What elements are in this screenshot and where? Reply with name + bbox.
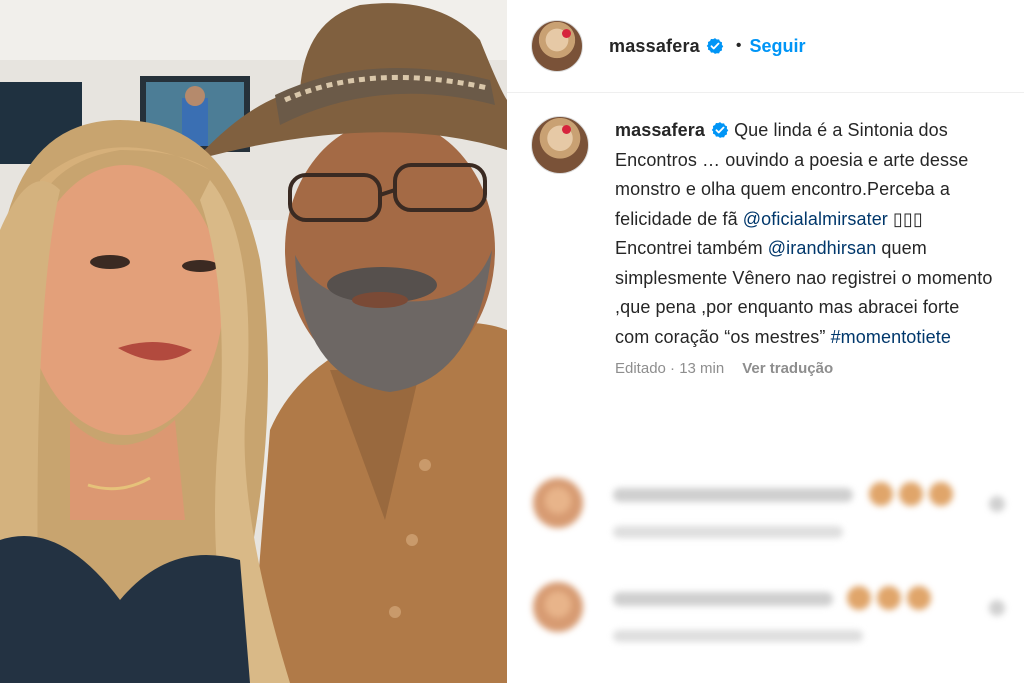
follow-button[interactable]: Seguir [749,36,805,57]
see-translation-button[interactable]: Ver tradução [742,360,833,377]
caption-text: massafera Que linda é a Sintonia dos Enc… [615,116,995,352]
comment-meta [613,630,863,642]
emoji-icon [869,482,893,506]
verified-badge-icon [711,121,729,139]
mention-link[interactable]: @irandhirsan [768,238,877,258]
header-separator: • [735,37,742,54]
selfie-image [0,0,507,683]
edited-timestamp: Editado · 13 min [615,360,725,377]
caption: massafera Que linda é a Sintonia dos Enc… [531,116,1011,377]
mention-link[interactable]: @oficialalmirsater [743,209,888,229]
author-avatar[interactable] [531,20,583,72]
caption-username[interactable]: massafera [615,120,705,140]
comment-item[interactable] [531,478,1011,558]
post-header: massafera • Seguir [507,0,1024,93]
post-photo[interactable] [0,0,507,683]
emoji-icon [899,482,923,506]
hashtag-link[interactable]: #momentotiete [831,327,951,347]
heart-icon[interactable] [989,496,1005,512]
caption-meta: Editado · 13 min Ver tradução [615,360,995,377]
verified-badge-icon [706,37,724,55]
caption-avatar[interactable] [531,116,589,174]
comment-meta [613,526,843,538]
comment-avatar [533,582,583,632]
emoji-icon [929,482,953,506]
comment-text [613,488,853,502]
post-side-panel: massafera • Seguir massafera Que linda é… [507,0,1024,683]
emoji-icon [907,586,931,610]
author-username[interactable]: massafera [609,36,700,57]
comment-text [613,592,833,606]
emoji-icon [877,586,901,610]
emoji-icon [847,586,871,610]
heart-icon[interactable] [989,600,1005,616]
caption-body: massafera Que linda é a Sintonia dos Enc… [615,116,995,377]
comment-item[interactable] [531,582,1011,662]
comment-avatar [533,478,583,528]
